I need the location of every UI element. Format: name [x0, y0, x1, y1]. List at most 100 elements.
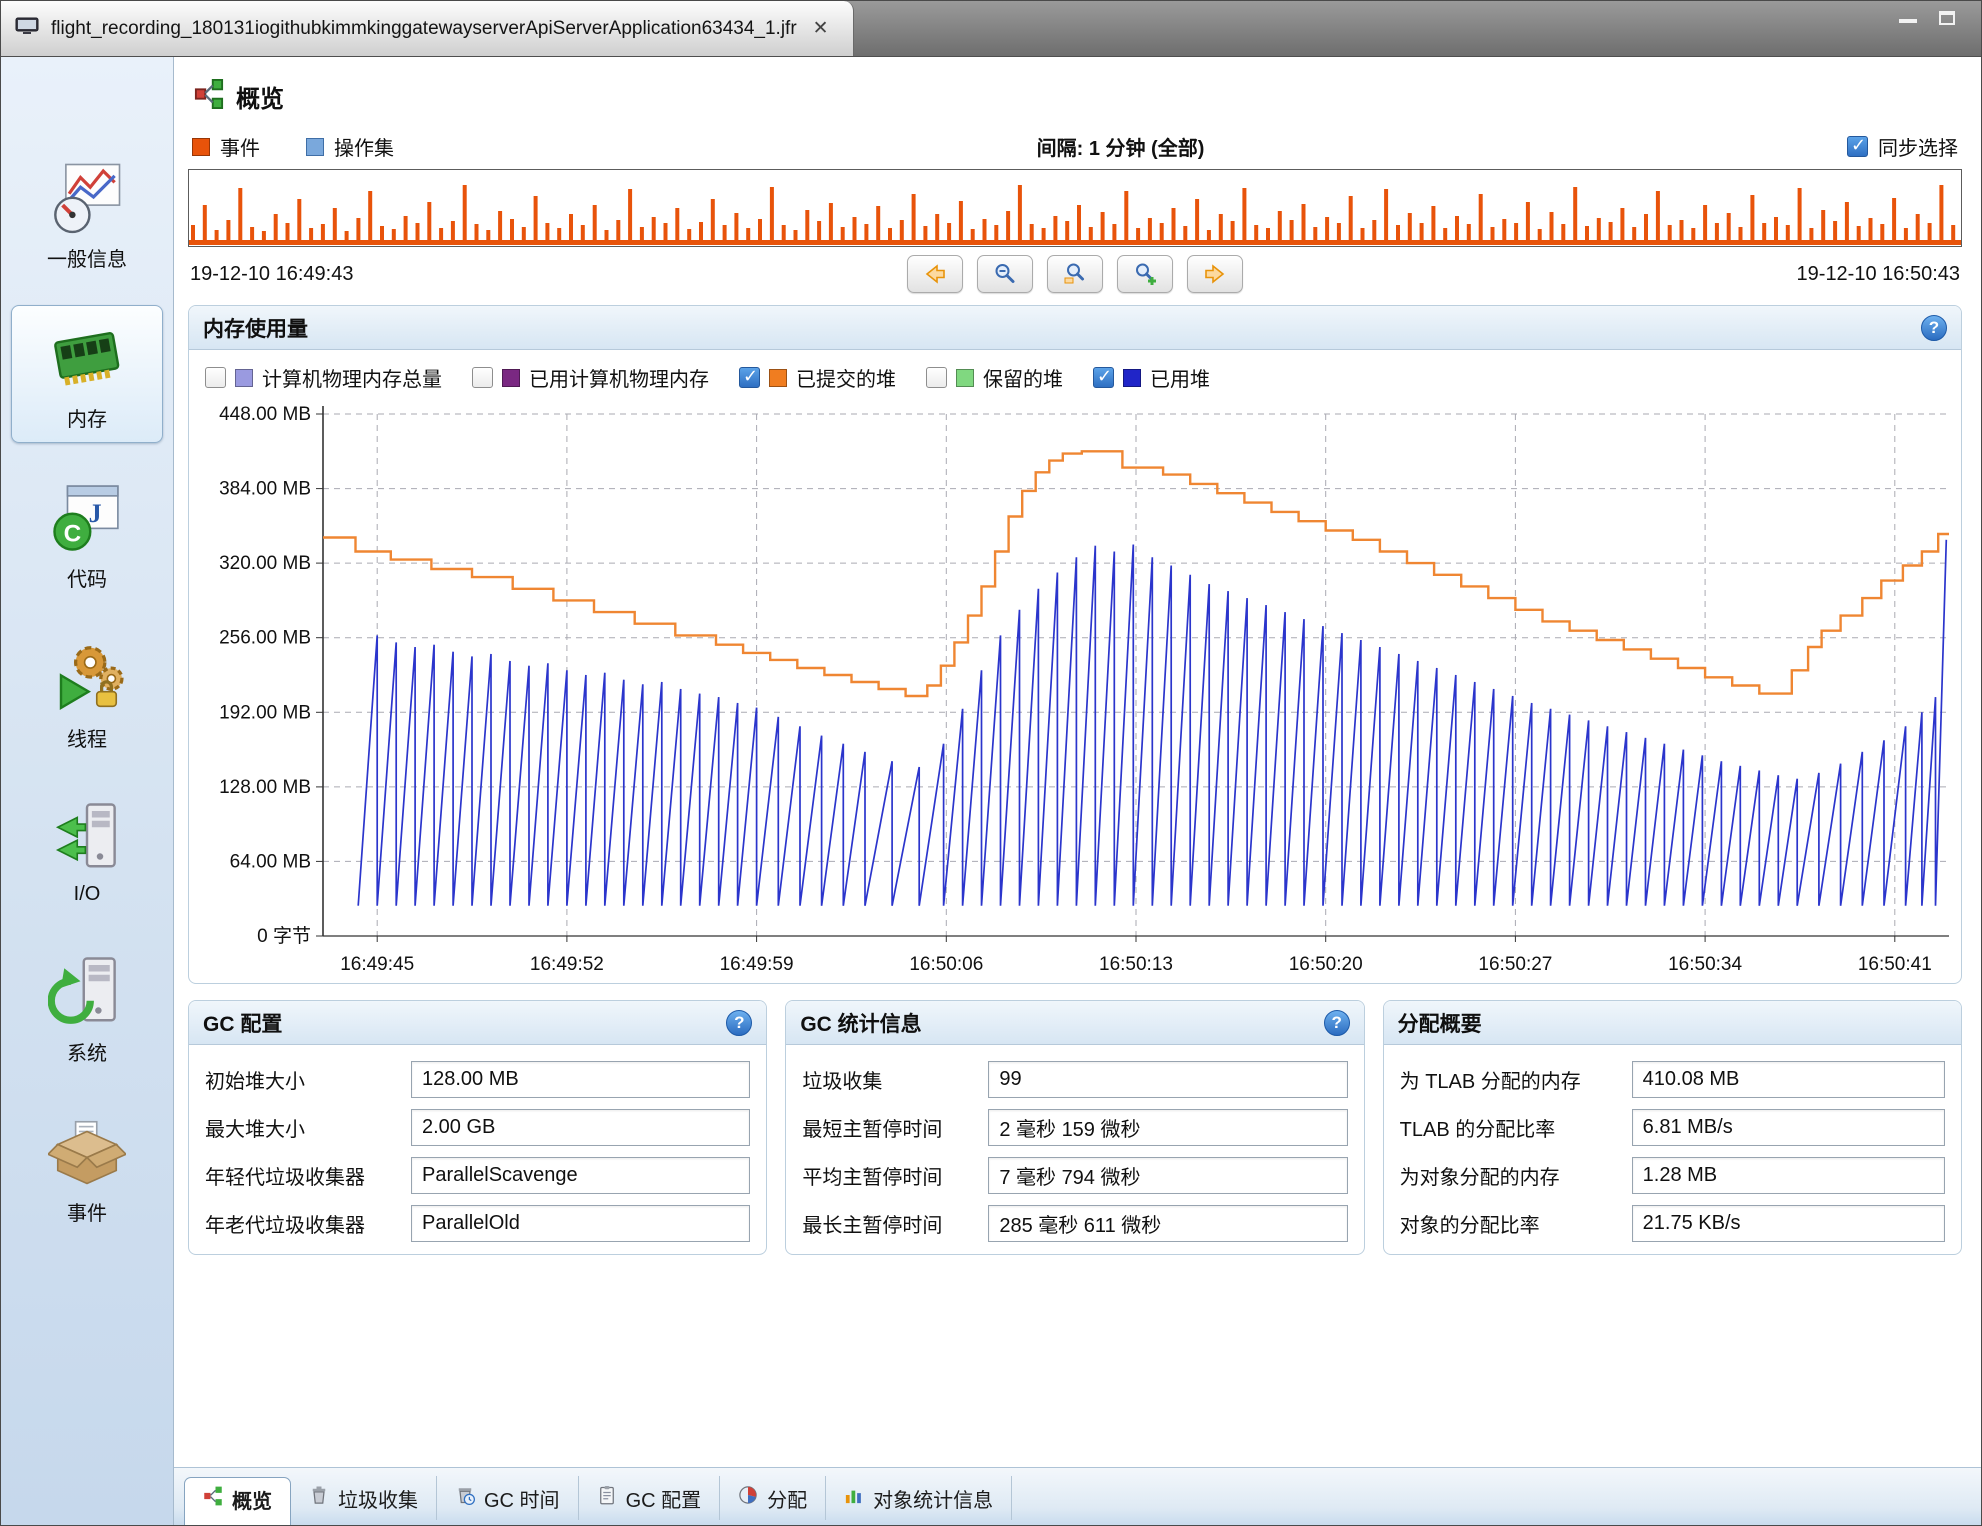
max-pause-field[interactable]: 285 毫秒 611 微秒	[988, 1205, 1347, 1242]
toggle-physical-total[interactable]: 计算机物理内存总量	[205, 363, 442, 392]
min-pause-field[interactable]: 2 毫秒 159 微秒	[988, 1109, 1347, 1146]
toggle-physical-used[interactable]: 已用计算机物理内存	[472, 363, 709, 392]
toggle-used-heap[interactable]: 已用堆	[1093, 363, 1210, 392]
memory-chart[interactable]: 448.00 MB384.00 MB320.00 MB256.00 MB192.…	[189, 400, 1961, 983]
svg-text:16:50:34: 16:50:34	[1668, 954, 1742, 975]
tab-allocation[interactable]: 分配	[720, 1476, 826, 1520]
field-label: 初始堆大小	[205, 1065, 397, 1094]
sync-selection-toggle[interactable]: 同步选择	[1847, 132, 1958, 161]
series-swatch	[235, 369, 253, 387]
overview-tab-icon	[203, 1486, 223, 1512]
series-swatch	[956, 369, 974, 387]
svg-text:16:50:06: 16:50:06	[909, 954, 983, 975]
pie-chart-icon	[738, 1485, 758, 1511]
old-gc-field[interactable]: ParallelOld	[411, 1205, 750, 1242]
svg-text:320.00 MB: 320.00 MB	[219, 553, 311, 574]
checkbox[interactable]	[205, 367, 226, 388]
tab-gc-configuration[interactable]: GC 配置	[579, 1476, 721, 1520]
field-label: 年轻代垃圾收集器	[205, 1161, 397, 1190]
sidebar-item-label: I/O	[74, 883, 101, 906]
sidebar-item-label: 线程	[67, 723, 107, 752]
timeline-end-timestamp: 19-12-10 16:50:43	[1797, 263, 1960, 286]
system-icon	[48, 952, 126, 1030]
sidebar: 一般信息	[1, 57, 174, 1525]
svg-text:16:50:27: 16:50:27	[1478, 954, 1552, 975]
allocation-summary-panel: 分配概要 为 TLAB 分配的内存 410.08 MB TLAB 的分配比率 6…	[1383, 1000, 1962, 1255]
zoom-selection-button[interactable]	[1047, 255, 1103, 293]
events-icon	[48, 1112, 126, 1190]
toggle-reserved-heap[interactable]: 保留的堆	[926, 363, 1063, 392]
field-label: TLAB 的分配比率	[1400, 1113, 1618, 1142]
tab-title: flight_recording_180131iogithubkimmkingg…	[51, 18, 797, 40]
maximize-icon[interactable]	[1939, 11, 1955, 25]
overview-icon	[194, 79, 224, 114]
help-icon[interactable]: ?	[1921, 315, 1947, 341]
sidebar-item-threads[interactable]: 线程	[11, 625, 163, 763]
toggle-label: 已用堆	[1150, 363, 1210, 392]
nav-forward-button[interactable]	[1187, 255, 1243, 293]
opset-legend-label: 操作集	[334, 132, 394, 161]
initial-heap-size-field[interactable]: 128.00 MB	[411, 1061, 750, 1098]
sidebar-item-events[interactable]: 事件	[11, 1099, 163, 1237]
tab-gc-times[interactable]: GC 时间	[437, 1476, 579, 1520]
trash-clock-icon	[455, 1485, 475, 1511]
gc-stats-title: GC 统计信息	[800, 1008, 921, 1038]
bottom-tabbar: 概览 垃圾收集 GC 时间	[174, 1467, 1981, 1525]
svg-text:16:49:52: 16:49:52	[530, 954, 604, 975]
opset-legend-swatch	[306, 138, 324, 156]
zoom-in-button[interactable]	[1117, 255, 1173, 293]
recording-file-tab[interactable]: flight_recording_180131iogithubkimmkingg…	[1, 1, 854, 56]
sidebar-item-code[interactable]: J C 代码	[11, 465, 163, 603]
window-controls	[1899, 1, 1981, 56]
close-icon[interactable]: ✕	[809, 15, 833, 42]
tab-garbage-collection[interactable]: 垃圾收集	[291, 1476, 437, 1520]
tlab-memory-field[interactable]: 410.08 MB	[1632, 1061, 1945, 1098]
object-memory-field[interactable]: 1.28 MB	[1632, 1157, 1945, 1194]
sidebar-item-memory[interactable]: 内存	[11, 305, 163, 443]
svg-text:0 字节: 0 字节	[257, 925, 311, 947]
svg-text:16:50:20: 16:50:20	[1289, 954, 1363, 975]
tlab-rate-field[interactable]: 6.81 MB/s	[1632, 1109, 1945, 1146]
timeline-footer: 19-12-10 16:49:43	[188, 247, 1962, 299]
object-rate-field[interactable]: 21.75 KB/s	[1632, 1205, 1945, 1242]
sidebar-item-system[interactable]: 系统	[11, 939, 163, 1077]
field-label: 最短主暂停时间	[802, 1113, 974, 1142]
svg-text:192.00 MB: 192.00 MB	[219, 702, 311, 723]
nav-back-button[interactable]	[907, 255, 963, 293]
memory-icon	[48, 318, 126, 396]
sidebar-item-label: 系统	[67, 1037, 107, 1066]
young-gc-field[interactable]: ParallelScavenge	[411, 1157, 750, 1194]
trash-icon	[309, 1485, 329, 1511]
sidebar-item-io[interactable]: I/O	[11, 785, 163, 917]
minimize-icon[interactable]	[1899, 19, 1917, 23]
object-stats-icon	[844, 1485, 864, 1511]
tab-object-statistics[interactable]: 对象统计信息	[826, 1476, 1012, 1520]
avg-pause-field[interactable]: 7 毫秒 794 微秒	[988, 1157, 1347, 1194]
tab-overview[interactable]: 概览	[184, 1477, 291, 1525]
checkbox[interactable]	[926, 367, 947, 388]
toggle-label: 计算机物理内存总量	[262, 363, 442, 392]
checkbox[interactable]	[472, 367, 493, 388]
field-label: 最大堆大小	[205, 1113, 397, 1142]
checkbox[interactable]	[1093, 367, 1114, 388]
code-icon: J C	[48, 478, 126, 556]
zoom-out-button[interactable]	[977, 255, 1033, 293]
sidebar-item-general-info[interactable]: 一般信息	[11, 145, 163, 283]
checkbox[interactable]	[739, 367, 760, 388]
toggle-label: 保留的堆	[983, 363, 1063, 392]
page-title: 概览	[236, 79, 284, 114]
event-timeline-chart	[189, 170, 1961, 246]
help-icon[interactable]: ?	[726, 1010, 752, 1036]
interval-label: 间隔: 1 分钟 (全部)	[1037, 132, 1205, 161]
gc-count-field[interactable]: 99	[988, 1061, 1347, 1098]
sync-checkbox[interactable]	[1847, 136, 1868, 157]
tab-label: 概览	[232, 1485, 272, 1514]
toggle-committed-heap[interactable]: 已提交的堆	[739, 363, 896, 392]
help-icon[interactable]: ?	[1324, 1010, 1350, 1036]
svg-text:16:49:45: 16:49:45	[340, 954, 414, 975]
svg-text:J: J	[89, 499, 102, 528]
max-heap-size-field[interactable]: 2.00 GB	[411, 1109, 750, 1146]
event-timeline-strip[interactable]	[188, 169, 1962, 247]
series-swatch	[769, 369, 787, 387]
timeline-legend-row: 事件 操作集 间隔: 1 分钟 (全部) 同步选择	[188, 122, 1962, 169]
